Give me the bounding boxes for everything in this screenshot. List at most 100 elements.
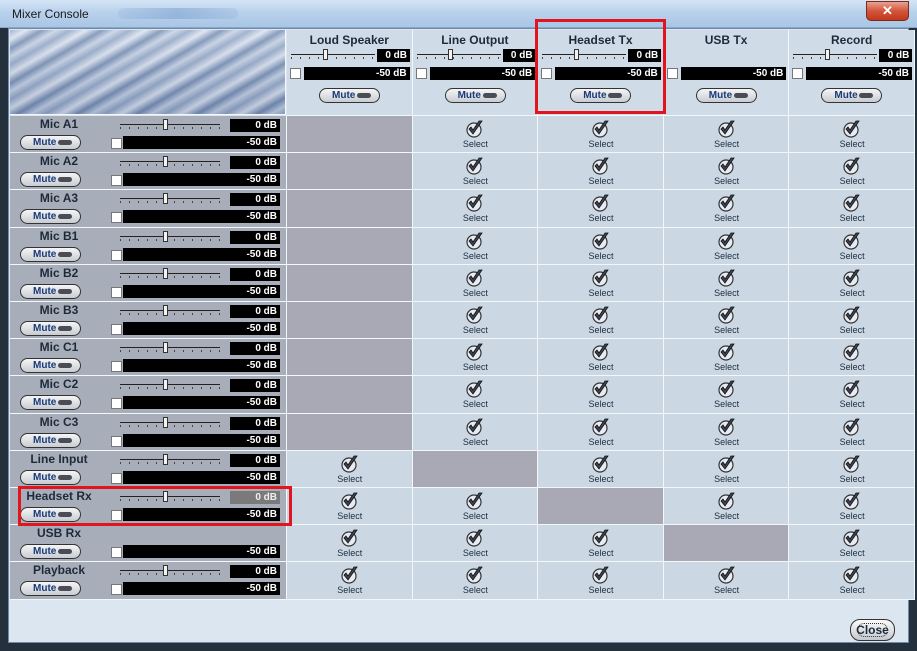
slider-knob[interactable] [824,49,830,60]
routing-cell[interactable]: Select [287,562,413,600]
routing-cell[interactable]: Select [538,227,664,265]
column-checkbox[interactable] [792,68,804,79]
routing-cell[interactable]: Select [789,116,915,154]
row-volume-slider[interactable] [120,565,220,577]
select-toggle[interactable]: Select [822,156,882,186]
routing-cell[interactable]: Select [412,413,539,451]
row-checkbox[interactable] [111,361,122,373]
routing-cell[interactable]: Select [412,525,539,563]
routing-cell[interactable]: Select [663,450,790,488]
select-toggle[interactable]: Select [320,454,380,484]
slider-knob[interactable] [163,342,168,354]
routing-cell[interactable]: Select [789,376,915,414]
select-toggle[interactable]: Select [822,342,882,372]
routing-cell[interactable]: Select [663,376,790,414]
select-toggle[interactable]: Select [320,528,380,558]
row-volume-slider[interactable] [120,230,220,243]
routing-cell[interactable]: Select [789,525,915,563]
row-volume-slider[interactable] [120,453,220,466]
row-volume-slider[interactable] [120,267,220,280]
select-toggle[interactable]: Select [822,565,882,595]
routing-cell[interactable]: Select [663,562,790,600]
select-toggle[interactable]: Select [697,231,757,261]
select-toggle[interactable]: Select [571,268,631,298]
routing-cell[interactable]: Select [538,116,664,154]
row-checkbox[interactable] [111,324,122,335]
slider-knob[interactable] [322,49,328,60]
routing-cell[interactable]: Select [663,116,790,154]
column-checkbox[interactable] [666,68,678,79]
select-toggle[interactable]: Select [445,565,505,595]
routing-cell[interactable]: Select [287,488,413,526]
routing-cell[interactable]: Select [412,264,539,302]
row-checkbox[interactable] [111,584,122,596]
row-volume-slider[interactable] [120,379,220,391]
select-toggle[interactable]: Select [697,491,757,521]
row-mute-button[interactable]: Mute [20,135,81,150]
row-volume-slider[interactable] [120,193,220,205]
routing-cell[interactable]: Select [412,190,539,228]
select-toggle[interactable]: Select [320,565,380,595]
select-toggle[interactable]: Select [445,528,505,558]
row-volume-slider[interactable] [120,342,220,354]
select-toggle[interactable]: Select [445,156,505,186]
routing-cell[interactable]: Select [538,525,664,563]
row-mute-button[interactable]: Mute [20,358,81,374]
column-volume-slider[interactable] [793,49,878,61]
routing-cell[interactable]: Select [663,339,790,377]
select-toggle[interactable]: Select [571,231,631,261]
routing-cell[interactable]: Select [412,339,539,377]
select-toggle[interactable]: Select [571,305,631,335]
routing-cell[interactable]: Select [412,153,539,191]
select-toggle[interactable]: Select [445,268,505,298]
select-toggle[interactable]: Select [571,565,631,595]
select-toggle[interactable]: Select [445,379,505,409]
row-mute-button[interactable]: Mute [20,469,81,485]
routing-cell[interactable]: Select [538,339,664,377]
select-toggle[interactable]: Select [697,268,757,298]
select-toggle[interactable]: Select [697,193,757,223]
column-mute-button[interactable]: Mute [821,88,883,103]
routing-cell[interactable]: Select [412,376,539,414]
select-toggle[interactable]: Select [571,528,631,558]
select-toggle[interactable]: Select [822,528,882,558]
row-volume-slider[interactable] [120,156,220,168]
column-mute-button[interactable]: Mute [319,88,380,103]
select-toggle[interactable]: Select [697,454,757,484]
row-checkbox[interactable] [111,175,122,187]
window-close-button[interactable]: ✕ [866,1,909,21]
select-toggle[interactable]: Select [822,491,882,521]
slider-knob[interactable] [163,230,168,242]
routing-cell[interactable]: Select [663,227,790,265]
slider-knob[interactable] [448,49,454,60]
select-toggle[interactable]: Select [571,119,631,149]
routing-cell[interactable]: Select [287,450,413,488]
routing-cell[interactable]: Select [412,116,539,154]
row-mute-button[interactable]: Mute [20,283,81,299]
routing-cell[interactable]: Select [538,376,664,414]
row-mute-button[interactable]: Mute [20,321,81,336]
select-toggle[interactable]: Select [571,454,631,484]
select-toggle[interactable]: Select [320,491,380,521]
close-button[interactable]: Close [850,619,895,641]
select-toggle[interactable]: Select [822,193,882,223]
routing-cell[interactable]: Select [412,227,539,265]
column-checkbox[interactable] [290,68,301,79]
row-mute-button[interactable]: Mute [20,581,81,597]
row-volume-slider[interactable] [120,305,220,317]
select-toggle[interactable]: Select [571,417,631,447]
routing-cell[interactable]: Select [287,525,413,563]
routing-cell[interactable]: Select [789,302,915,340]
select-toggle[interactable]: Select [822,454,882,484]
select-toggle[interactable]: Select [697,379,757,409]
select-toggle[interactable]: Select [445,417,505,447]
routing-cell[interactable]: Select [663,190,790,228]
routing-cell[interactable]: Select [663,413,790,451]
row-mute-button[interactable]: Mute [20,246,81,262]
row-mute-button[interactable]: Mute [20,395,81,411]
select-toggle[interactable]: Select [697,565,757,595]
routing-cell[interactable]: Select [663,488,790,526]
slider-knob[interactable] [163,565,168,577]
select-toggle[interactable]: Select [822,119,882,149]
routing-cell[interactable]: Select [412,302,539,340]
